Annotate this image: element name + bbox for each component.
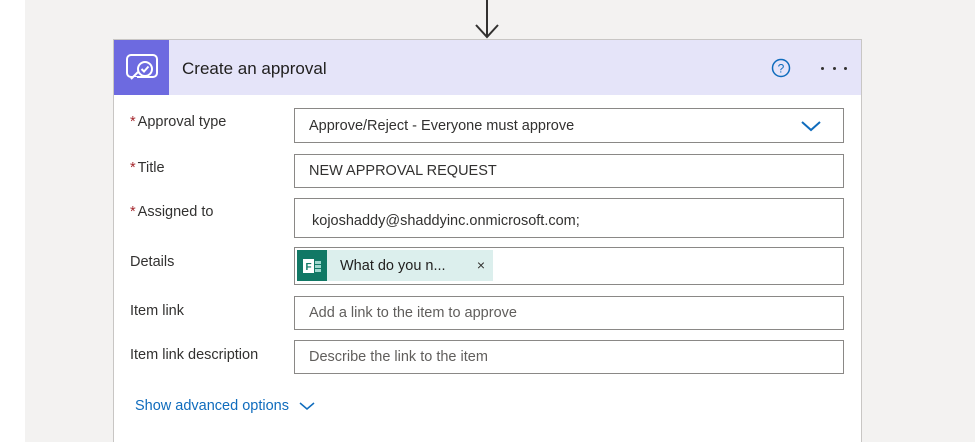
chevron-down-icon[interactable]	[801, 119, 821, 133]
svg-text:F: F	[305, 262, 311, 273]
required-mark: *	[130, 204, 136, 220]
title-input[interactable]: NEW APPROVAL REQUEST	[294, 154, 844, 188]
help-icon[interactable]: ?	[771, 58, 791, 78]
show-advanced-options-link[interactable]: Show advanced options	[135, 398, 315, 414]
title-label: * Title	[130, 160, 165, 176]
svg-text:?: ?	[778, 62, 785, 76]
show-advanced-options-label: Show advanced options	[135, 398, 289, 414]
item-link-input[interactable]: Add a link to the item to approve	[294, 296, 844, 330]
assigned-to-input[interactable]: kojoshaddy@shaddyinc.onmicrosoft.com;	[294, 198, 844, 238]
assigned-to-value: kojoshaddy@shaddyinc.onmicrosoft.com;	[312, 213, 580, 229]
card-header[interactable]: Create an approval ?	[114, 40, 861, 95]
microsoft-forms-icon: F	[297, 250, 327, 281]
token-label: What do you n...	[340, 257, 446, 274]
assigned-to-label-text: Assigned to	[137, 204, 214, 220]
item-link-placeholder: Add a link to the item to approve	[309, 305, 517, 321]
card-title: Create an approval	[182, 59, 327, 78]
create-approval-card: Create an approval ? * Approval type Appr…	[113, 39, 862, 442]
required-mark: *	[130, 160, 136, 176]
item-link-description-input[interactable]: Describe the link to the item	[294, 340, 844, 374]
dynamic-content-token[interactable]: F What do you n... ×	[297, 250, 493, 281]
title-label-text: Title	[137, 160, 165, 176]
title-value: NEW APPROVAL REQUEST	[309, 163, 497, 179]
details-input[interactable]: F What do you n... ×	[294, 247, 844, 285]
approval-type-label-text: Approval type	[137, 114, 227, 130]
approval-type-dropdown[interactable]: Approve/Reject - Everyone must approve	[294, 108, 844, 143]
approval-type-value: Approve/Reject - Everyone must approve	[309, 118, 575, 134]
approval-icon	[114, 40, 169, 95]
chevron-down-icon	[299, 402, 315, 410]
flow-connector-arrow-icon	[475, 0, 499, 39]
required-mark: *	[130, 114, 136, 130]
item-link-description-placeholder: Describe the link to the item	[309, 349, 488, 365]
assigned-to-label: * Assigned to	[130, 204, 213, 220]
more-options-icon[interactable]	[819, 58, 849, 78]
approval-type-label: * Approval type	[130, 114, 226, 130]
close-icon[interactable]: ×	[477, 258, 485, 272]
item-link-label: Item link	[130, 303, 184, 319]
details-label: Details	[130, 254, 175, 270]
item-link-description-label: Item link description	[130, 347, 259, 363]
